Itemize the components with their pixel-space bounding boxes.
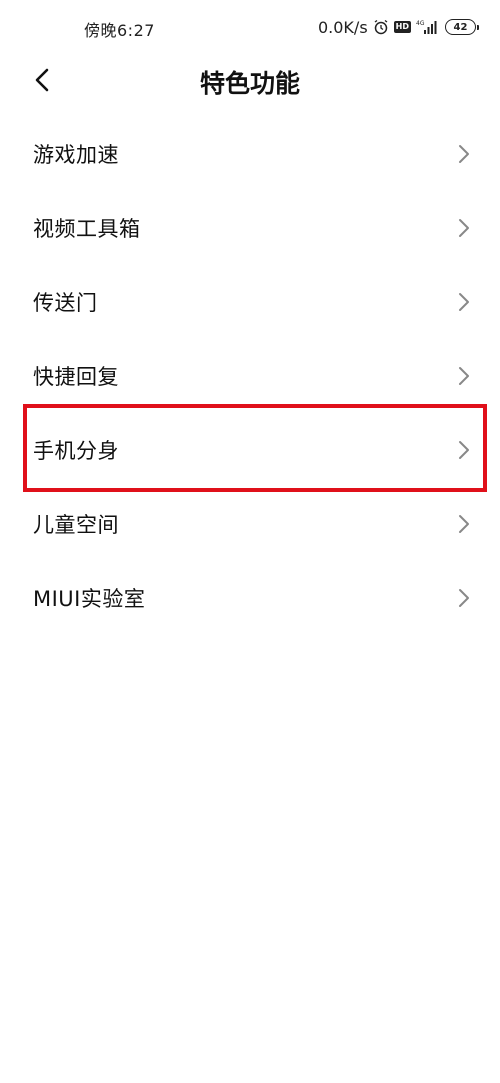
menu-item-label: 手机分身	[33, 439, 119, 463]
title-bar: 特色功能	[0, 56, 500, 104]
battery-icon: 42	[445, 19, 479, 35]
menu-item-miui-lab[interactable]: MIUI实验室	[0, 561, 500, 635]
menu-item-label: 游戏加速	[33, 143, 119, 167]
menu-item-quick-reply[interactable]: 快捷回复	[0, 339, 500, 413]
menu-item-label: 传送门	[33, 291, 98, 315]
network-speed: 0.0K/s	[317, 17, 368, 37]
menu-item-video-toolbox[interactable]: 视频工具箱	[0, 191, 500, 265]
menu-item-game-turbo[interactable]: 游戏加速	[0, 117, 500, 191]
chevron-right-icon	[458, 366, 470, 386]
menu-item-portal[interactable]: 传送门	[0, 265, 500, 339]
hd-badge: HD	[393, 21, 411, 33]
page-title: 特色功能	[199, 69, 300, 98]
menu-item-label: MIUI实验室	[33, 587, 146, 611]
svg-text:4G: 4G	[416, 20, 425, 27]
chevron-right-icon	[458, 218, 470, 238]
status-bar: 傍晚6:27 0.0K/s HD 4G 42	[0, 0, 500, 56]
chevron-right-icon	[458, 292, 470, 312]
feature-menu: 游戏加速 视频工具箱 传送门 快捷回复 手机分身 儿童空间 MIUI实验室	[0, 117, 500, 635]
menu-item-label: 儿童空间	[33, 513, 119, 537]
menu-item-label: 视频工具箱	[33, 217, 141, 241]
status-icons: 0.0K/s HD 4G 42	[317, 15, 479, 39]
chevron-right-icon	[458, 144, 470, 164]
chevron-right-icon	[458, 440, 470, 460]
menu-item-kids-space[interactable]: 儿童空间	[0, 487, 500, 561]
menu-item-label: 快捷回复	[33, 365, 119, 389]
alarm-icon	[373, 19, 389, 35]
chevron-right-icon	[458, 514, 470, 534]
signal-icon: 4G	[416, 19, 440, 35]
status-time: 傍晚6:27	[84, 21, 155, 40]
menu-item-dual-apps[interactable]: 手机分身	[0, 413, 500, 487]
chevron-right-icon	[458, 588, 470, 608]
